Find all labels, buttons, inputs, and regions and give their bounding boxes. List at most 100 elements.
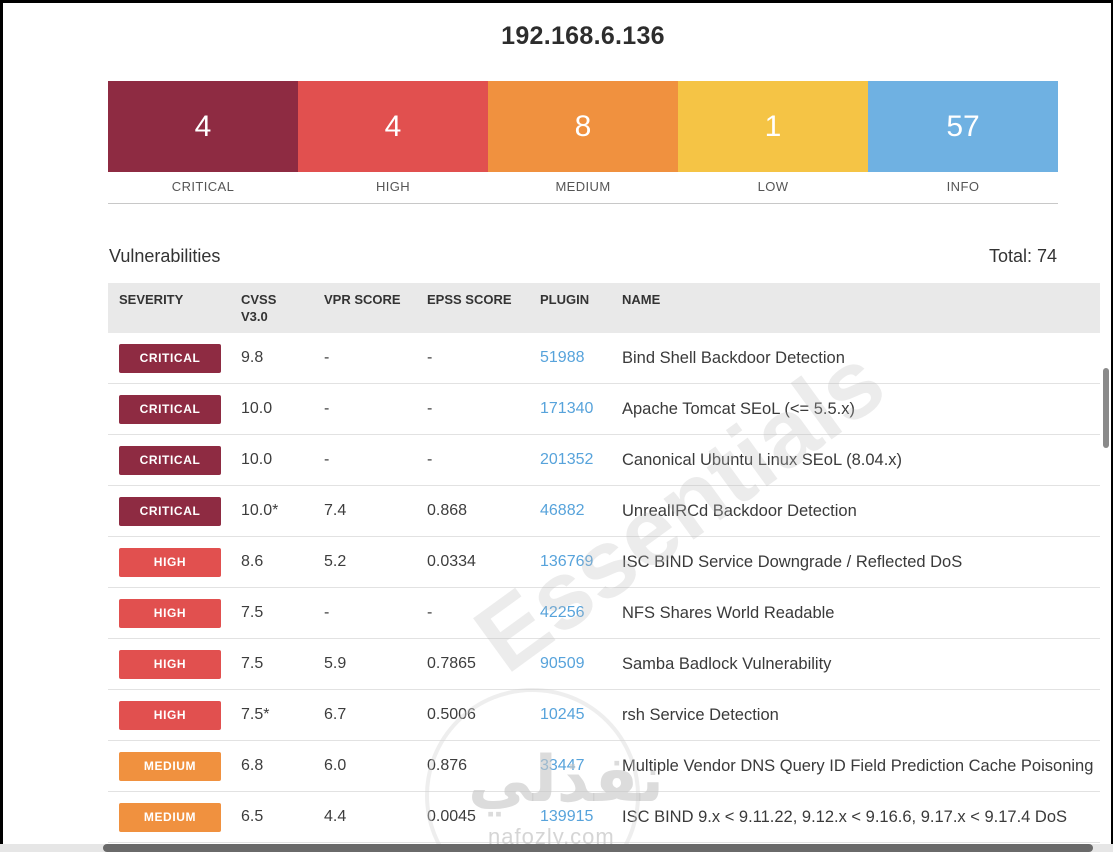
info-count: 57 <box>946 109 980 143</box>
table-row[interactable]: CRITICAL 10.0* 7.4 0.868 46882 UnrealIRC… <box>108 486 1100 537</box>
low-label: LOW <box>757 179 789 194</box>
horizontal-scrollbar-thumb[interactable] <box>103 844 1093 852</box>
vpr-score: - <box>324 400 330 417</box>
vpr-score: 6.0 <box>324 757 347 774</box>
epss-score: 0.876 <box>427 757 468 774</box>
vulnerabilities-section-head: Vulnerabilities Total: 74 <box>109 246 1057 267</box>
table-row[interactable]: MEDIUM 6.5 4.4 0.0045 139915 ISC BIND 9.… <box>108 792 1100 843</box>
page-title: 192.168.6.136 <box>501 22 665 50</box>
severity-badge: HIGH <box>119 547 221 577</box>
severity-badge: HIGH <box>119 598 221 628</box>
cvss-score: 6.5 <box>241 808 264 825</box>
column-header-epss[interactable]: EPSS SCORE <box>427 292 540 333</box>
epss-score: 0.868 <box>427 502 468 519</box>
severity-summary-bar: 4 4 8 1 57 <box>108 81 1058 172</box>
host-report-page: 192.168.6.136 4 4 8 1 57 CRITICAL HIGH M… <box>0 0 1113 852</box>
medium-count: 8 <box>574 109 592 143</box>
summary-segment: 4 <box>108 81 298 172</box>
vpr-score: 5.9 <box>324 655 347 672</box>
vulnerability-name: Bind Shell Backdoor Detection <box>622 348 845 367</box>
vpr-score: 5.2 <box>324 553 347 570</box>
column-header-severity[interactable]: SEVERITY <box>119 292 241 333</box>
severity-badge: HIGH <box>119 700 221 730</box>
plugin-link[interactable]: 201352 <box>540 451 593 468</box>
vertical-scrollbar-thumb[interactable] <box>1103 368 1109 448</box>
table-header-row: SEVERITY CVSS V3.0 VPR SCORE EPSS SCORE … <box>108 283 1100 333</box>
total-count: Total: 74 <box>988 246 1057 266</box>
vulnerability-name: rsh Service Detection <box>622 705 779 724</box>
vulnerability-table: SEVERITY CVSS V3.0 VPR SCORE EPSS SCORE … <box>108 283 1100 843</box>
epss-score: - <box>427 604 433 621</box>
vulnerability-name: ISC BIND Service Downgrade / Reflected D… <box>622 552 963 571</box>
epss-score: 0.5006 <box>427 706 476 723</box>
cvss-score: 7.5* <box>241 706 270 723</box>
high-label: HIGH <box>375 179 411 194</box>
table-row[interactable]: HIGH 7.5 - - 42256 NFS Shares World Read… <box>108 588 1100 639</box>
severity-badge: MEDIUM <box>119 751 221 781</box>
table-row[interactable]: HIGH 7.5 5.9 0.7865 90509 Samba Badlock … <box>108 639 1100 690</box>
vpr-score: 6.7 <box>324 706 347 723</box>
vulnerability-name: Apache Tomcat SEoL (<= 5.5.x) <box>622 399 855 418</box>
epss-score: 0.0334 <box>427 553 476 570</box>
plugin-link[interactable]: 46882 <box>540 502 585 519</box>
severity-badge: CRITICAL <box>119 496 221 526</box>
epss-score: 0.7865 <box>427 655 476 672</box>
vulnerability-name: Multiple Vendor DNS Query ID Field Predi… <box>622 756 1094 775</box>
low-count: 1 <box>764 109 782 143</box>
column-header-plugin[interactable]: PLUGIN <box>540 292 622 333</box>
summary-segment: 57 <box>868 81 1058 172</box>
severity-badge: CRITICAL <box>119 343 221 373</box>
table-row[interactable]: CRITICAL 10.0 - - 201352 Canonical Ubunt… <box>108 435 1100 486</box>
severity-badge: MEDIUM <box>119 802 221 832</box>
plugin-link[interactable]: 42256 <box>540 604 585 621</box>
table-row[interactable]: CRITICAL 9.8 - - 51988 Bind Shell Backdo… <box>108 333 1100 384</box>
vulnerabilities-heading: Vulnerabilities <box>109 246 221 266</box>
severity-summary-labels: CRITICAL HIGH MEDIUM LOW INFO <box>108 172 1058 204</box>
epss-score: - <box>427 451 433 468</box>
plugin-link[interactable]: 10245 <box>540 706 585 723</box>
epss-score: - <box>427 349 433 366</box>
vulnerability-name: Samba Badlock Vulnerability <box>622 654 832 673</box>
vulnerability-name: NFS Shares World Readable <box>622 603 835 622</box>
cvss-score: 10.0 <box>241 400 273 417</box>
epss-score: 0.0045 <box>427 808 476 825</box>
critical-count: 4 <box>194 109 212 143</box>
cvss-score: 9.8 <box>241 349 264 366</box>
plugin-link[interactable]: 90509 <box>540 655 585 672</box>
vulnerability-name: ISC BIND 9.x < 9.11.22, 9.12.x < 9.16.6,… <box>622 807 1068 826</box>
cvss-score: 10.0* <box>241 502 279 519</box>
vulnerability-name: Canonical Ubuntu Linux SEoL (8.04.x) <box>622 450 903 469</box>
vuln-table-body: CRITICAL 9.8 - - 51988 Bind Shell Backdo… <box>108 333 1100 843</box>
cvss-score: 7.5 <box>241 604 264 621</box>
column-header-cvss[interactable]: CVSS V3.0 <box>241 292 324 333</box>
column-header-vpr[interactable]: VPR SCORE <box>324 292 427 333</box>
table-row[interactable]: MEDIUM 6.8 6.0 0.876 33447 Multiple Vend… <box>108 741 1100 792</box>
plugin-link[interactable]: 136769 <box>540 553 593 570</box>
vpr-score: 7.4 <box>324 502 347 519</box>
plugin-link[interactable]: 51988 <box>540 349 585 366</box>
column-header-name[interactable]: NAME <box>622 292 1100 333</box>
info-label: INFO <box>946 179 980 194</box>
vpr-score: 4.4 <box>324 808 347 825</box>
frame-border-left <box>0 0 3 845</box>
severity-badge: HIGH <box>119 649 221 679</box>
cvss-score: 6.8 <box>241 757 264 774</box>
plugin-link[interactable]: 171340 <box>540 400 593 417</box>
summary-segment: 4 <box>298 81 488 172</box>
critical-label: CRITICAL <box>171 179 235 194</box>
severity-badge: CRITICAL <box>119 394 221 424</box>
cvss-score: 10.0 <box>241 451 273 468</box>
cvss-score: 8.6 <box>241 553 264 570</box>
high-count: 4 <box>384 109 402 143</box>
epss-score: - <box>427 400 433 417</box>
severity-badge: CRITICAL <box>119 445 221 475</box>
plugin-link[interactable]: 33447 <box>540 757 585 774</box>
vpr-score: - <box>324 451 330 468</box>
frame-border-top <box>0 0 1113 3</box>
table-row[interactable]: HIGH 8.6 5.2 0.0334 136769 ISC BIND Serv… <box>108 537 1100 588</box>
summary-segment: 1 <box>678 81 868 172</box>
vpr-score: - <box>324 349 330 366</box>
table-row[interactable]: CRITICAL 10.0 - - 171340 Apache Tomcat S… <box>108 384 1100 435</box>
plugin-link[interactable]: 139915 <box>540 808 593 825</box>
table-row[interactable]: HIGH 7.5* 6.7 0.5006 10245 rsh Service D… <box>108 690 1100 741</box>
